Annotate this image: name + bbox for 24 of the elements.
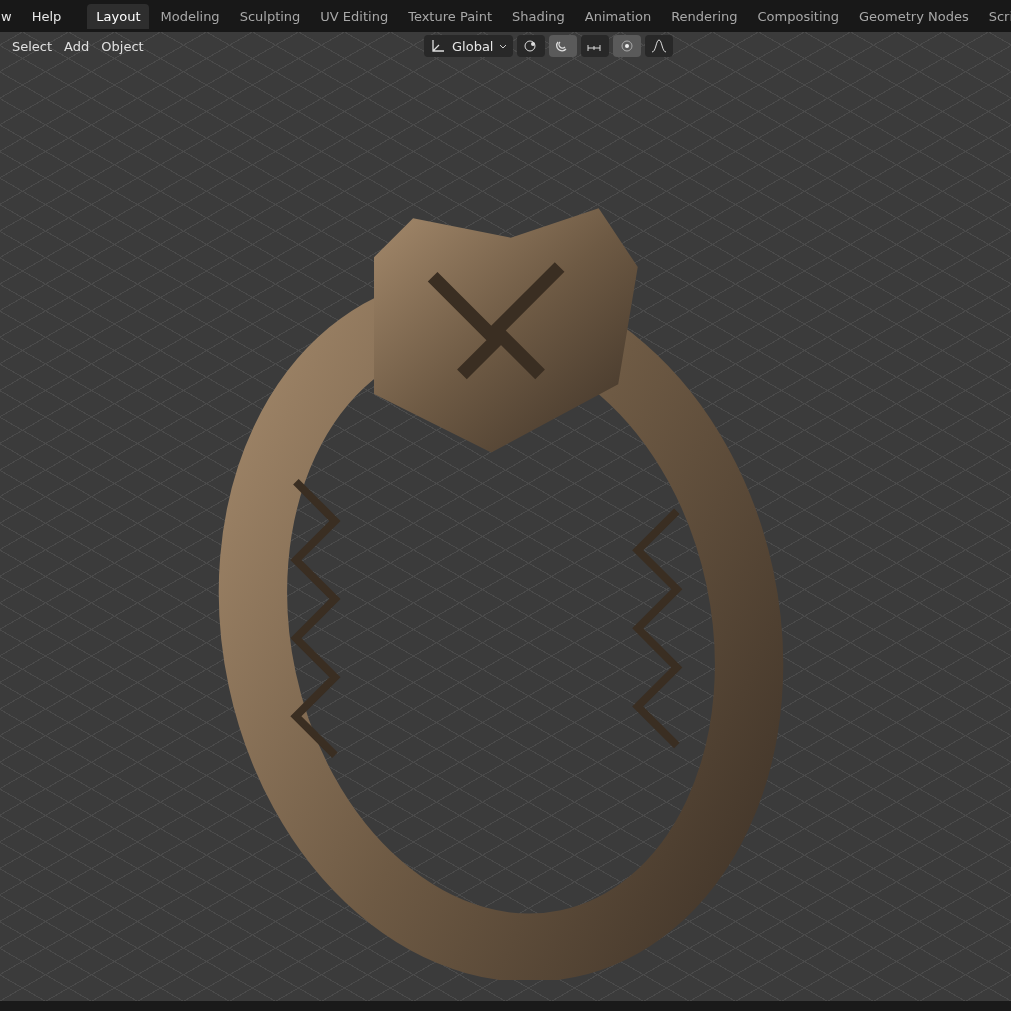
workspace-tab[interactable]: Layout — [87, 3, 150, 29]
workspace-tab[interactable]: Texture Paint — [399, 3, 502, 29]
menu-item[interactable]: Add — [58, 38, 96, 54]
menu-item[interactable]: Object — [95, 38, 150, 54]
workspace-tab[interactable]: UV Editing — [311, 3, 398, 29]
workspace-tab[interactable]: Shading — [503, 3, 574, 29]
workspace-tab[interactable]: Scri — [979, 3, 1011, 29]
target-icon[interactable] — [613, 35, 642, 57]
magnet-icon[interactable] — [549, 35, 578, 57]
workspace-tab[interactable]: Compositing — [748, 3, 849, 29]
transform-orientation-dropdown[interactable]: Global — [424, 35, 514, 57]
increment-icon[interactable] — [581, 35, 610, 57]
falloff-curve-icon[interactable] — [645, 35, 674, 57]
menu-item[interactable]: Help — [21, 8, 72, 24]
workspace-tab[interactable]: Sculpting — [230, 3, 310, 29]
workspace-tab[interactable]: Geometry Nodes — [850, 3, 978, 29]
menu-item[interactable]: Select — [6, 38, 59, 54]
menu-item[interactable]: w — [0, 8, 22, 24]
pivot-icon[interactable] — [517, 35, 546, 57]
axes-icon — [430, 38, 446, 54]
workspace-tab[interactable]: Modeling — [151, 3, 229, 29]
workspace-tab[interactable]: Rendering — [662, 3, 747, 29]
workspace-tab[interactable]: Animation — [575, 3, 661, 29]
caret-icon — [499, 42, 508, 50]
